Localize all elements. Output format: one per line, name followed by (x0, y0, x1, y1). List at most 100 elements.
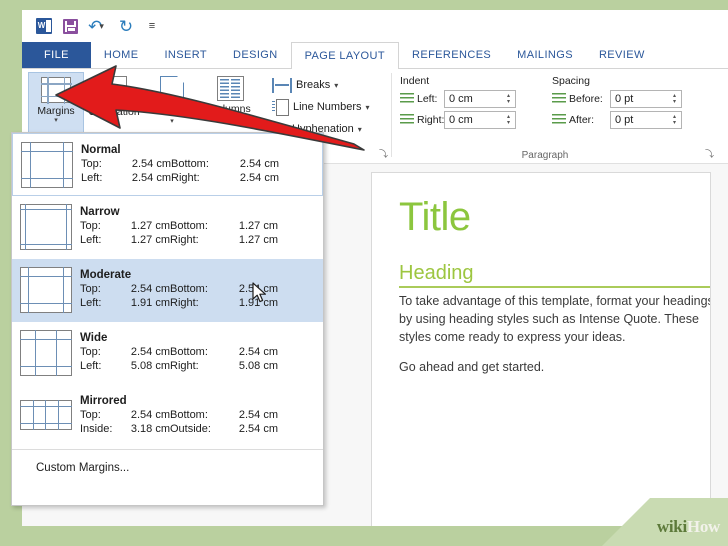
indent-right-input[interactable]: 0 cm ▴ ▾ (444, 110, 516, 129)
chevron-down-icon[interactable]: ▾ (358, 125, 362, 134)
size-label: Size (161, 106, 183, 118)
page-setup-dialog-launcher[interactable]: ⤵ (379, 147, 388, 160)
tab-mailings[interactable]: MAILINGS (504, 42, 586, 68)
spinner-down-icon[interactable]: ▾ (507, 120, 510, 126)
left-label: Left: (81, 172, 103, 184)
save-icon[interactable] (57, 13, 83, 39)
margins-button[interactable]: Margins ▾ (28, 72, 84, 134)
custom-margins-label: Custom Margins... (36, 462, 130, 474)
tab-review[interactable]: REVIEW (586, 42, 658, 68)
spacing-section: Spacing Before: 0 pt ▴ ▾ After: 0 pt ▴ ▾ (552, 75, 682, 129)
margins-option-narrow[interactable]: Narrow Top: 1.27 cm Bottom: 1.27 cm Left… (12, 196, 323, 259)
inside-value: 3.18 cm (130, 423, 170, 435)
breaks-icon (272, 77, 292, 93)
bottom-value: 2.54 cm (238, 409, 278, 421)
wikihow-watermark: wikiHow (568, 498, 728, 546)
document-paragraph-1: To take advantage of this template, form… (399, 294, 711, 344)
paragraph-group-label: Paragraph (521, 150, 569, 161)
margins-option-moderate[interactable]: Moderate Top: 2.54 cm Bottom: 2.54 cm Le… (12, 259, 323, 322)
top-value: 2.54 cm (130, 283, 170, 295)
paragraph-dialog-launcher[interactable]: ⤵ (705, 147, 714, 160)
customize-qat-icon[interactable]: ≡ (139, 13, 165, 39)
undo-icon[interactable]: ↶ ▾ (83, 13, 109, 39)
orientation-icon (101, 76, 127, 104)
size-icon (160, 75, 185, 104)
chevron-down-icon[interactable]: ▾ (99, 21, 104, 32)
breaks-label: Breaks (296, 79, 331, 91)
left-label: Left: (80, 297, 102, 309)
line-numbers-button[interactable]: Line Numbers ▾ (272, 97, 370, 117)
tab-insert[interactable]: INSERT (151, 42, 220, 68)
margins-icon (40, 76, 72, 104)
document-heading: Heading (399, 262, 474, 284)
indent-left-value: 0 cm (449, 92, 473, 105)
indent-left-input[interactable]: 0 cm ▴ ▾ (444, 89, 516, 108)
spacing-label: Spacing (552, 75, 590, 87)
top-label: Top: (81, 158, 102, 170)
spacing-before-value: 0 pt (615, 92, 634, 105)
indent-right-icon (400, 113, 414, 126)
left-value: 1.27 cm (130, 234, 170, 246)
margins-option-normal[interactable]: Normal Top: 2.54 cm Bottom: 2.54 cm Left… (12, 133, 323, 196)
right-label: Right: (170, 234, 199, 246)
spacing-before-input[interactable]: 0 pt ▴ ▾ (610, 89, 682, 108)
line-numbers-icon (272, 98, 289, 116)
chevron-down-icon[interactable]: ▾ (170, 118, 174, 125)
top-label: Top: (80, 283, 101, 295)
tab-references[interactable]: REFERENCES (399, 42, 504, 68)
indent-right-value: 0 cm (449, 113, 473, 126)
size-button[interactable]: Size ▾ (144, 72, 200, 134)
tab-page-layout[interactable]: PAGE LAYOUT (290, 42, 399, 69)
margin-preview-icon (20, 141, 74, 189)
top-value: 2.54 cm (130, 409, 170, 421)
custom-margins-menu-item[interactable]: Custom Margins... (12, 451, 323, 485)
columns-button[interactable]: Columns ▾ (202, 72, 258, 134)
document-page[interactable]: Title Heading To take advantage of this … (371, 172, 711, 526)
columns-icon (216, 76, 244, 101)
chevron-down-icon[interactable]: ▾ (54, 117, 58, 124)
word-icon[interactable]: W (31, 13, 57, 39)
tab-design[interactable]: DESIGN (220, 42, 291, 68)
bottom-value: 2.54 cm (238, 346, 278, 358)
spacing-before-icon (552, 92, 566, 105)
spinner-down-icon[interactable]: ▾ (507, 99, 510, 105)
chevron-down-icon[interactable]: ▾ (365, 103, 369, 112)
margins-label: Margins (37, 105, 75, 117)
left-value: 1.91 cm (130, 297, 170, 309)
left-value: 5.08 cm (130, 360, 170, 372)
spacing-after-input[interactable]: 0 pt ▴ ▾ (610, 110, 682, 129)
spinner-down-icon[interactable]: ▾ (673, 120, 676, 126)
bottom-label: Bottom: (170, 409, 208, 421)
margin-preview-icon (19, 399, 73, 431)
breaks-button[interactable]: Breaks ▾ (272, 75, 338, 95)
top-value: 2.54 cm (130, 346, 170, 358)
indent-right-label: Right: (417, 113, 445, 126)
bottom-label: Bottom: (170, 220, 208, 232)
ribbon-tab-bar: FILE HOME INSERT DESIGN PAGE LAYOUT REFE… (22, 42, 728, 69)
spinner-down-icon[interactable]: ▾ (673, 99, 676, 105)
indent-label: Indent (400, 75, 430, 87)
document-title: Title (399, 195, 471, 239)
margin-preview-icon (19, 203, 73, 251)
spacing-before-row: Before: 0 pt ▴ ▾ (552, 89, 682, 108)
right-label: Right: (171, 172, 200, 184)
right-value: 2.54 cm (239, 172, 279, 184)
margins-option-wide[interactable]: Wide Top: 2.54 cm Bottom: 2.54 cm Left: … (12, 322, 323, 385)
left-label: Left: (80, 234, 102, 246)
orientation-button[interactable]: Orientation ▾ (86, 72, 142, 134)
bottom-label: Bottom: (170, 346, 208, 358)
document-paragraph-2: Go ahead and get started. (399, 360, 545, 374)
tab-file[interactable]: FILE (22, 42, 91, 68)
chevron-down-icon[interactable]: ▾ (334, 81, 338, 90)
margins-option-mirrored[interactable]: Mirrored Top: 2.54 cm Bottom: 2.54 cm In… (12, 385, 323, 448)
tab-home[interactable]: HOME (91, 42, 152, 68)
right-value: 1.27 cm (238, 234, 278, 246)
word-logo-letter: W (37, 21, 46, 30)
margins-option-name: Moderate (80, 269, 132, 281)
chevron-down-icon[interactable]: ▾ (112, 118, 116, 125)
top-label: Top: (80, 346, 101, 358)
chevron-down-icon[interactable]: ▾ (228, 115, 232, 122)
redo-icon[interactable]: ↻ (113, 13, 139, 39)
margins-option-name: Wide (80, 332, 108, 344)
margins-dropdown-menu[interactable]: Normal Top: 2.54 cm Bottom: 2.54 cm Left… (11, 132, 324, 506)
